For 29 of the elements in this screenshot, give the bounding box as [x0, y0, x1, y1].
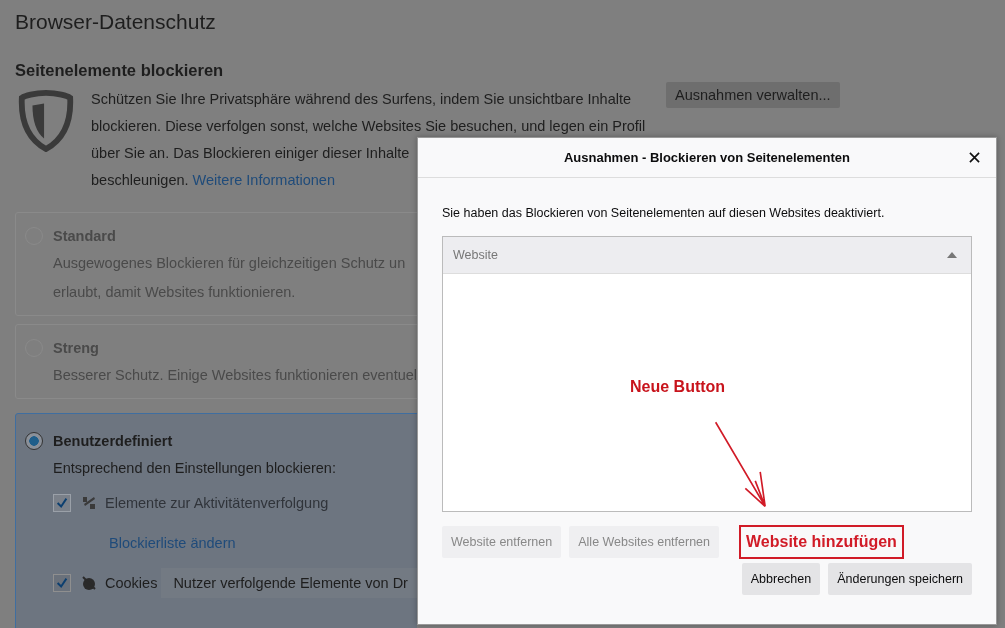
close-icon[interactable] [969, 152, 980, 163]
dialog-description: Sie haben das Blockieren von Seitenelementen auf diesen Websites deaktiviert. [442, 206, 886, 222]
page-title: Browser-Datenschutz [15, 9, 217, 35]
option-label: Benutzerdefiniert [53, 433, 173, 449]
shield-icon [17, 90, 75, 152]
check-icon [55, 496, 69, 510]
annotation-label: Website hinzufügen [739, 525, 904, 559]
blocker-label: Cookies [105, 575, 158, 591]
tracker-icon [81, 495, 97, 511]
section-title: Seitenelemente blockieren [15, 60, 225, 81]
option-description: Entsprechend den Einstellungen blockieren: [52, 459, 337, 478]
callout-text: Neue Button [630, 378, 726, 396]
dialog-button[interactable]: Änderungen speichern [828, 563, 972, 595]
blocker-label: Elemente zur Aktivitätenverfolgung [105, 495, 329, 511]
dropdown[interactable]: Nutzer verfolgende Elemente von Dr [161, 568, 417, 598]
checkbox[interactable] [53, 574, 71, 592]
description-text: beschleunigen. [91, 172, 189, 188]
manage-exceptions-button[interactable]: Ausnahmen verwalten... [666, 82, 840, 108]
radio-button[interactable] [25, 432, 43, 450]
dialog-button[interactable]: Abbrechen [741, 563, 821, 595]
column-header-label: Website [453, 248, 498, 262]
more-info-link[interactable]: Weitere Informationen [192, 172, 335, 188]
description-text: Schützen Sie Ihre Privatsphäre während des Surfens, indem Sie unsichtbare Inhalte [91, 91, 632, 107]
dialog-title: Ausnahmen - Blockieren von Seitenelementen [563, 150, 851, 165]
description-text: über Sie an. Das Blockieren einiger dieser Inhalte [91, 145, 410, 161]
check-icon [55, 576, 69, 590]
description-text: blockieren. Diese verfolgen sonst, welche Websites Sie besuchen, und legen ein Profil [91, 118, 646, 134]
column-header[interactable]: Website [443, 237, 971, 274]
cookie-icon [81, 575, 97, 591]
